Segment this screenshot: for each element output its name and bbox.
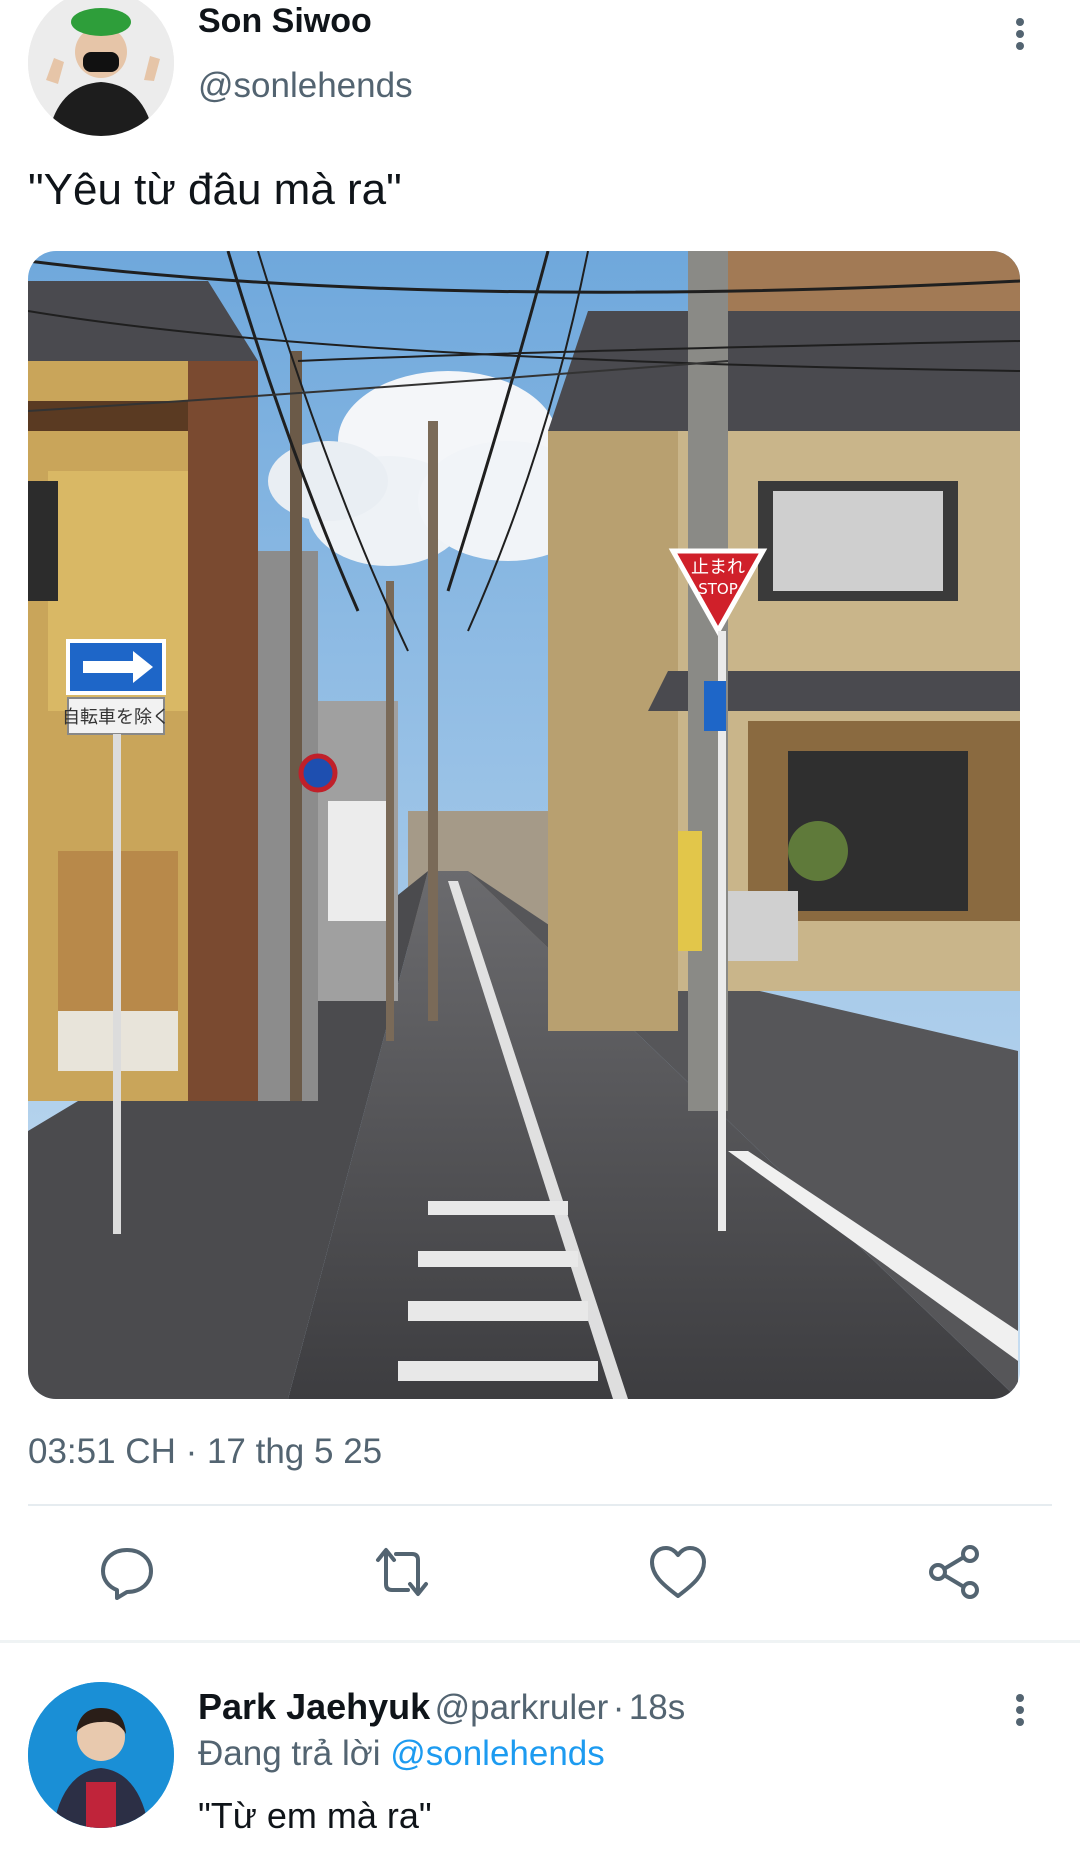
reply-separator: · xyxy=(612,1688,625,1727)
divider xyxy=(28,1504,1052,1506)
reply-more-options-icon[interactable] xyxy=(1000,1690,1040,1740)
share-icon[interactable] xyxy=(924,1542,984,1602)
author-handle[interactable]: @sonlehends xyxy=(198,66,413,106)
tweet-photo[interactable]: 自転車を除く 止まれ STOP xyxy=(28,251,1020,1399)
retweet-icon[interactable] xyxy=(372,1542,432,1602)
stop-sign-text-en: STOP xyxy=(698,580,738,598)
author-display-name[interactable]: Son Siwoo xyxy=(198,2,372,40)
replying-to: Đang trả lời @sonlehends xyxy=(198,1734,605,1774)
stop-sign-text-jp: 止まれ xyxy=(691,557,745,578)
replying-to-label: Đang trả lời xyxy=(198,1734,381,1773)
reply-author-avatar[interactable] xyxy=(28,1682,174,1828)
section-separator xyxy=(0,1640,1080,1643)
reply-header: Park Jaehyuk @parkruler · 18s xyxy=(198,1686,685,1728)
reply-icon[interactable] xyxy=(97,1542,157,1602)
reply-handle[interactable]: @parkruler xyxy=(435,1688,609,1727)
reply-text: "Từ em mà ra" xyxy=(198,1795,432,1836)
tweet-timestamp[interactable]: 03:51 CH · 17 thg 5 25 xyxy=(28,1432,382,1472)
reply-display-name[interactable]: Park Jaehyuk xyxy=(198,1686,430,1727)
replying-to-mention[interactable]: @sonlehends xyxy=(390,1734,605,1773)
tweet-text: "Yêu từ đâu mà ra" xyxy=(28,165,402,214)
author-name-row[interactable]: Son Siwoo xyxy=(198,2,372,41)
heart-icon[interactable] xyxy=(648,1542,708,1602)
reply-time[interactable]: 18s xyxy=(629,1688,685,1727)
more-options-icon[interactable] xyxy=(1000,14,1040,64)
author-avatar[interactable] xyxy=(28,0,174,136)
bicycle-sign-text: 自転車を除く xyxy=(62,707,170,728)
